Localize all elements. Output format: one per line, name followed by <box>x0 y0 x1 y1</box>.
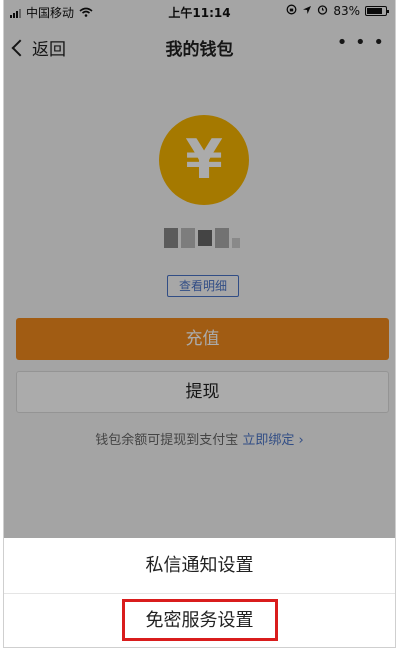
action-sheet: 私信通知设置 免密服务设置 <box>4 538 395 647</box>
phone-screen: 中国移动 上午11:14 83% 返回 我的钱包 • • • ¥ 查看明细 充值… <box>3 0 396 648</box>
message-notification-settings-option[interactable]: 私信通知设置 <box>4 538 395 594</box>
highlight-annotation-box <box>122 599 278 641</box>
